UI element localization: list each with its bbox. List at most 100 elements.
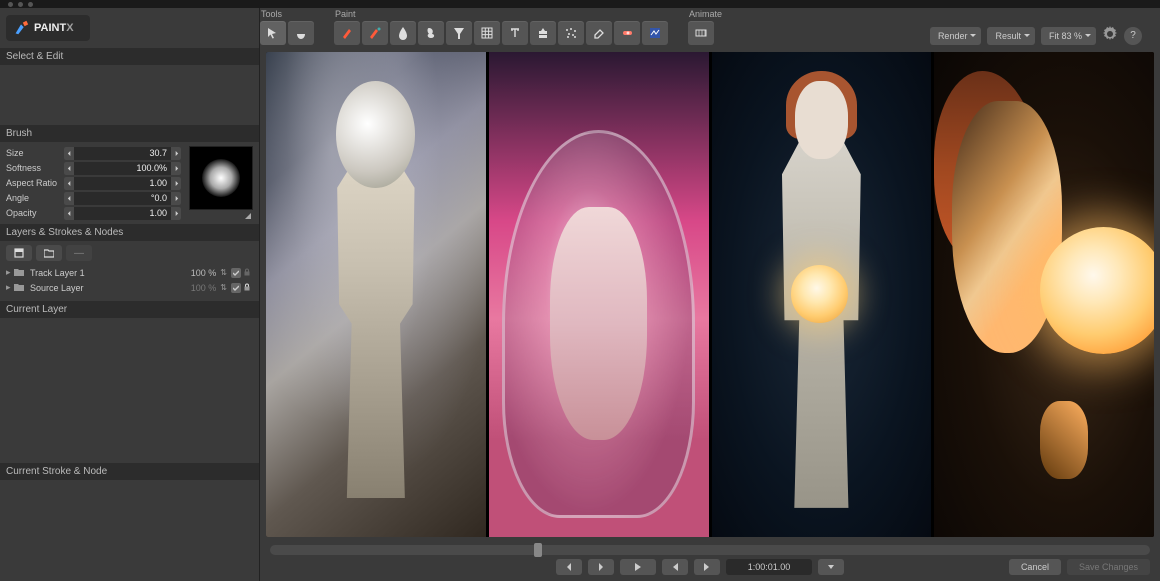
heal-tool[interactable] <box>614 21 640 45</box>
visibility-checkbox[interactable] <box>231 268 241 278</box>
canvas[interactable] <box>266 52 1154 537</box>
disclosure-icon[interactable]: ▸ <box>6 267 14 278</box>
effects-tool[interactable] <box>642 21 668 45</box>
maximize-icon[interactable] <box>28 2 33 7</box>
zoom-dropdown[interactable]: Fit 83 % <box>1041 27 1096 45</box>
lock-icon[interactable] <box>243 268 253 278</box>
brush-size-value[interactable]: 30.7 <box>74 148 171 158</box>
stepper-icon[interactable]: ⇅ <box>220 268 227 277</box>
result-dropdown[interactable]: Result <box>987 27 1035 45</box>
brush-tool[interactable] <box>334 21 360 45</box>
close-icon[interactable] <box>8 2 13 7</box>
layer-opacity[interactable]: 100 % <box>191 283 217 293</box>
image-panel-3 <box>712 52 932 537</box>
timecode-menu-button[interactable] <box>818 559 844 575</box>
chevron-left-icon[interactable] <box>64 147 74 160</box>
brush-aspect-field[interactable]: 1.00 <box>64 177 181 190</box>
stepper-icon[interactable]: ⇅ <box>220 283 227 292</box>
pointer-tool[interactable] <box>260 21 286 45</box>
animate-tool[interactable] <box>688 21 714 45</box>
text-tool[interactable] <box>502 21 528 45</box>
lock-icon[interactable] <box>243 283 253 293</box>
eraser-tool[interactable] <box>586 21 612 45</box>
panel-header-brush: Brush <box>0 125 259 142</box>
disclosure-icon[interactable]: ▸ <box>6 282 14 293</box>
chevron-left-icon[interactable] <box>64 192 74 205</box>
grid-tool[interactable] <box>474 21 500 45</box>
chevron-right-icon[interactable] <box>171 192 181 205</box>
panel-header-current-stroke: Current Stroke & Node <box>0 463 259 480</box>
panel-header-current-layer: Current Layer <box>0 301 259 318</box>
brush-opacity-value[interactable]: 1.00 <box>74 208 171 218</box>
brush-preview[interactable] <box>189 146 253 210</box>
paint-tool[interactable] <box>362 21 388 45</box>
folder-icon <box>14 268 26 278</box>
select-edit-panel <box>0 65 259 125</box>
image-panel-2 <box>489 52 709 537</box>
play-button[interactable] <box>620 559 656 575</box>
content-area: Tools Paint <box>260 8 1160 581</box>
smudge-tool[interactable] <box>418 21 444 45</box>
canvas-area <box>260 48 1160 541</box>
brush-aspect-value[interactable]: 1.00 <box>74 178 171 188</box>
brush-softness-label: Softness <box>6 163 64 173</box>
goto-end-button[interactable] <box>694 559 720 575</box>
gear-icon[interactable] <box>1102 26 1118 45</box>
panel-header-layers: Layers & Strokes & Nodes <box>0 224 259 241</box>
app-name: PAINT <box>34 22 66 34</box>
help-button[interactable]: ? <box>1124 27 1142 45</box>
cancel-button[interactable]: Cancel <box>1009 559 1061 575</box>
scrub-bar[interactable] <box>270 545 1150 555</box>
timecode-field[interactable]: 1:00:01.00 <box>726 559 812 575</box>
render-dropdown[interactable]: Render <box>930 27 982 45</box>
chevron-right-icon[interactable] <box>171 207 181 220</box>
chevron-right-icon[interactable] <box>171 177 181 190</box>
visibility-checkbox[interactable] <box>231 283 241 293</box>
toolbar: Tools Paint <box>260 8 1160 48</box>
brush-angle-field[interactable]: °0.0 <box>64 192 181 205</box>
brush-softness-value[interactable]: 100.0% <box>74 163 171 173</box>
current-layer-panel <box>0 318 259 463</box>
group-label-tools: Tools <box>260 9 314 19</box>
folder-icon <box>14 283 26 293</box>
scatter-tool[interactable] <box>558 21 584 45</box>
hand-tool[interactable] <box>288 21 314 45</box>
save-changes-button[interactable]: Save Changes <box>1067 559 1150 575</box>
chevron-left-icon[interactable] <box>64 207 74 220</box>
expand-icon[interactable] <box>245 213 251 219</box>
brush-softness-field[interactable]: 100.0% <box>64 162 181 175</box>
layer-opacity[interactable]: 100 % <box>191 268 217 278</box>
brush-opacity-field[interactable]: 1.00 <box>64 207 181 220</box>
next-frame-button[interactable] <box>588 559 614 575</box>
brush-aspect-label: Aspect Ratio <box>6 178 64 188</box>
timeline: 1:00:01.00 Cancel Save Changes <box>260 541 1160 581</box>
chevron-right-icon[interactable] <box>171 162 181 175</box>
layer-view-button[interactable] <box>6 245 32 261</box>
remove-layer-button[interactable]: — <box>66 245 92 261</box>
brush-size-label: Size <box>6 148 64 158</box>
goto-start-button[interactable] <box>662 559 688 575</box>
brush-panel: Size 30.7 Softness 100.0% <box>0 142 259 224</box>
prev-frame-button[interactable] <box>556 559 582 575</box>
chevron-right-icon[interactable] <box>171 147 181 160</box>
layer-row-track[interactable]: ▸ Track Layer 1 100 % ⇅ <box>6 265 253 280</box>
scrub-thumb[interactable] <box>534 543 542 557</box>
minimize-icon[interactable] <box>18 2 23 7</box>
droplet-tool[interactable] <box>390 21 416 45</box>
brush-angle-label: Angle <box>6 193 64 203</box>
add-folder-button[interactable] <box>36 245 62 261</box>
app-suffix: X <box>66 22 73 34</box>
brush-angle-value[interactable]: °0.0 <box>74 193 171 203</box>
brush-size-field[interactable]: 30.7 <box>64 147 181 160</box>
chevron-left-icon[interactable] <box>64 162 74 175</box>
filter-tool[interactable] <box>446 21 472 45</box>
window-titlebar <box>0 0 1160 8</box>
layer-row-source[interactable]: ▸ Source Layer 100 % ⇅ <box>6 280 253 295</box>
brush-icon <box>12 19 30 37</box>
app-logo[interactable]: PAINTX <box>6 15 90 41</box>
clone-stamp-tool[interactable] <box>530 21 556 45</box>
brush-preview-dot <box>202 159 240 197</box>
chevron-left-icon[interactable] <box>64 177 74 190</box>
sidebar: PAINTX Select & Edit Brush Size 30.7 Sof… <box>0 8 260 581</box>
layers-panel: — ▸ Track Layer 1 100 % ⇅ ▸ Source Layer… <box>0 241 259 295</box>
